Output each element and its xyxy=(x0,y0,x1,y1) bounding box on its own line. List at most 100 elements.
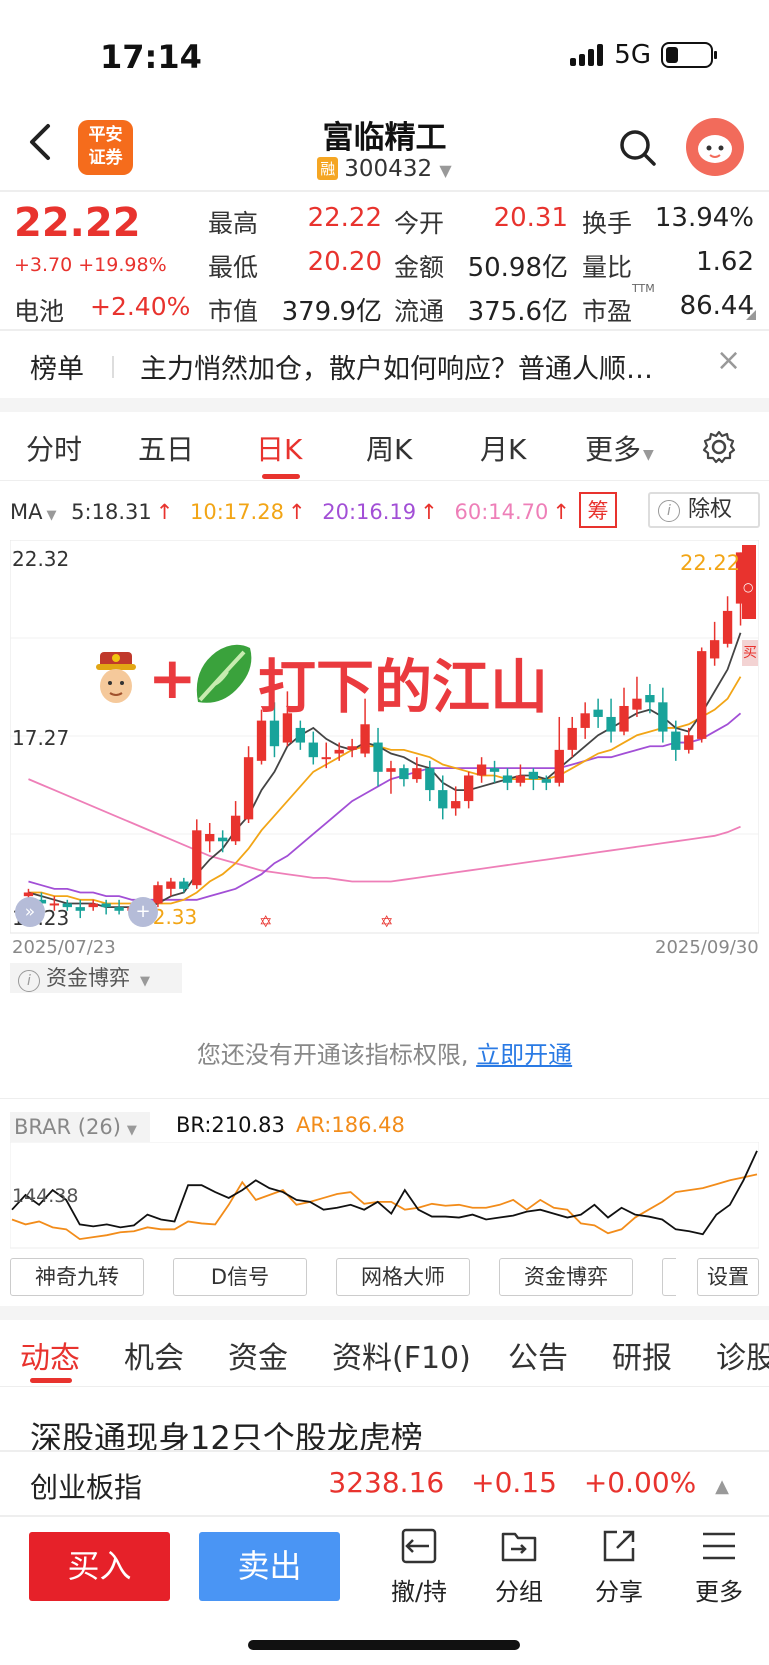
quote-label: 今开 xyxy=(394,209,445,238)
chevron-down-icon[interactable]: ▼ xyxy=(46,508,56,523)
ma20-value: 20:16.19 xyxy=(322,500,417,524)
indicator-selector[interactable]: i 资金博弈 ▼ xyxy=(10,963,182,993)
last-price-marker: 22.22 xyxy=(680,551,741,575)
cancel-hold-button[interactable]: 撤/持 xyxy=(379,1526,459,1607)
divider xyxy=(0,329,769,331)
news-tag[interactable]: 榜单 xyxy=(30,347,84,386)
close-icon[interactable]: × xyxy=(716,343,741,378)
chevron-down-icon: ▼ xyxy=(126,1123,137,1138)
candle-body xyxy=(567,727,577,750)
ma60-value: 60:14.70 xyxy=(454,500,549,524)
up-arrow-icon: ↑ xyxy=(155,500,174,524)
tab-weekly-k[interactable]: 周K xyxy=(366,428,412,468)
indicator-button-jiuzhuan[interactable]: 神奇九转 xyxy=(10,1258,144,1296)
candle-body xyxy=(722,610,733,644)
sell-button[interactable]: 卖出 xyxy=(199,1532,340,1601)
zoom-in-icon[interactable]: + xyxy=(128,897,158,927)
tab-more[interactable]: 更多 ▼ xyxy=(585,428,654,468)
tab-diagnosis[interactable]: 诊股 xyxy=(716,1341,769,1373)
brar-axis-label: 144.38 xyxy=(12,1185,79,1207)
brar-label: BRAR (26) xyxy=(14,1115,121,1139)
search-icon[interactable] xyxy=(618,128,658,172)
chevron-down-icon: ▼ xyxy=(643,447,654,463)
indicator-button-dsignal[interactable]: D信号 xyxy=(173,1258,307,1296)
candle-body xyxy=(658,702,668,732)
tab-monthly-k[interactable]: 月K xyxy=(480,428,526,468)
share-button[interactable]: 分享 xyxy=(579,1526,659,1607)
candle-body xyxy=(671,731,681,750)
tab-announcement[interactable]: 公告 xyxy=(508,1333,568,1377)
candle-body xyxy=(528,771,539,780)
tab-daily-k[interactable]: 日K xyxy=(256,428,302,468)
sector-label[interactable]: 电池 xyxy=(14,292,64,328)
brar-selector[interactable]: BRAR (26) ▼ xyxy=(10,1112,150,1142)
ma-label[interactable]: MA xyxy=(10,500,42,524)
candle-body xyxy=(709,640,720,659)
candle-body xyxy=(619,705,629,732)
quote-label: 最高 xyxy=(208,209,259,238)
tab-research[interactable]: 研报 xyxy=(612,1333,672,1377)
indicator-label: 资金博弈 xyxy=(46,966,130,990)
news-headline[interactable]: 主力悄然加仓，散户如何响应？普通人顺… xyxy=(140,347,705,386)
candle-body xyxy=(153,885,163,904)
expand-corner-icon[interactable] xyxy=(746,310,756,320)
folder-icon xyxy=(501,1532,537,1562)
avatar[interactable] xyxy=(686,118,744,176)
gear-icon[interactable] xyxy=(702,430,736,468)
up-arrow-icon: ↑ xyxy=(552,500,570,524)
kline-chart[interactable] xyxy=(10,540,759,935)
chip-distribution-button[interactable]: 筹 xyxy=(579,492,617,528)
section-gap xyxy=(0,398,769,412)
candle-body xyxy=(88,903,98,908)
indicator-button-hidden[interactable] xyxy=(662,1258,676,1296)
info-icon: i xyxy=(18,970,40,992)
brar-chart[interactable] xyxy=(10,1142,759,1250)
activate-link[interactable]: 立即开通 xyxy=(476,1041,572,1069)
indicator-button-zijin[interactable]: 资金博弈 xyxy=(499,1258,633,1296)
network-label: 5G xyxy=(614,40,651,70)
permission-message: 您还没有开通该指标权限, 立即开通 xyxy=(0,1035,769,1070)
home-indicator xyxy=(248,1640,520,1650)
buy-signal-marker[interactable]: 买 xyxy=(742,640,758,666)
more-button[interactable]: 更多 xyxy=(679,1526,759,1607)
caret-up-icon[interactable]: ▲ xyxy=(715,1476,729,1497)
quote-label: 量比 xyxy=(582,253,633,282)
info-icon: i xyxy=(658,500,680,522)
collapse-left-icon[interactable]: » xyxy=(15,897,45,927)
divider xyxy=(0,1386,769,1387)
candle-body xyxy=(101,903,111,908)
indicator-button-grid[interactable]: 网格大师 xyxy=(336,1258,470,1296)
ma10-value: 10:17.28 xyxy=(190,500,284,524)
tab-f10[interactable]: 资料(F10) xyxy=(332,1333,471,1377)
sector-change[interactable]: +2.40% xyxy=(90,292,190,321)
buy-button[interactable]: 买入 xyxy=(29,1532,170,1601)
cancel-hold-icon xyxy=(401,1528,437,1564)
index-pct: +0.00% xyxy=(583,1466,697,1499)
candle-body xyxy=(230,815,241,842)
index-values: 3238.16 +0.15 +0.00% ▲ xyxy=(328,1466,729,1499)
candle-body xyxy=(386,768,396,772)
settings-button[interactable]: 设置 xyxy=(697,1258,759,1296)
tab-five-day[interactable]: 五日 xyxy=(138,428,194,468)
event-star-icon[interactable]: ✡ xyxy=(380,912,393,931)
tab-opportunity[interactable]: 机会 xyxy=(124,1333,184,1377)
tab-diagnosis-clip[interactable]: 诊股 xyxy=(716,1333,769,1373)
group-button[interactable]: 分组 xyxy=(479,1526,559,1607)
y-axis-high: 22.32 xyxy=(12,547,70,571)
quote-value-float-cap: 375.6亿 xyxy=(467,297,568,327)
status-time: 17:14 xyxy=(100,38,202,76)
chevron-down-icon: ▼ xyxy=(439,161,452,180)
tab-news[interactable]: 动态 xyxy=(20,1333,80,1377)
candle-body xyxy=(438,790,448,809)
candle-body xyxy=(192,830,202,886)
tab-intraday[interactable]: 分时 xyxy=(26,428,82,468)
candle-body xyxy=(23,892,34,897)
quote-label: 流通 xyxy=(394,297,445,326)
event-star-icon[interactable]: ✡ xyxy=(259,912,272,931)
menu-icon xyxy=(703,1532,735,1560)
tab-capital[interactable]: 资金 xyxy=(228,1333,288,1377)
candle-body xyxy=(373,742,383,772)
ex-rights-selector[interactable]: i 除权 xyxy=(648,492,760,528)
index-name: 创业板指 xyxy=(30,1471,143,1504)
candle-body xyxy=(684,735,694,750)
